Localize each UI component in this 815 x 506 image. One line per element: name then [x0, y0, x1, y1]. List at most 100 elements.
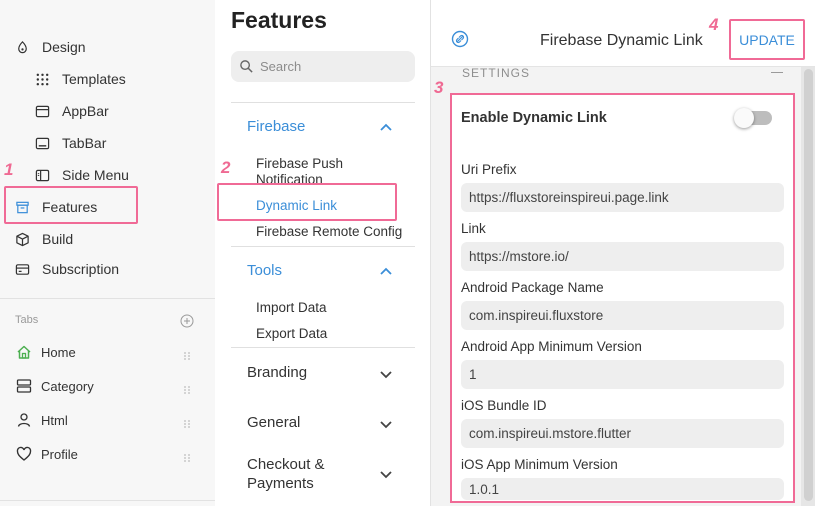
tab-label: Category — [41, 378, 94, 394]
tab-item-profile[interactable]: Profile — [16, 443, 78, 465]
nav-item-side-menu[interactable]: Side Menu — [34, 163, 129, 187]
left-navigation: Design Templates AppBar TabBar Side Menu… — [0, 0, 215, 506]
enable-toggle[interactable] — [734, 108, 772, 128]
tab-label: Home — [41, 344, 76, 360]
divider — [231, 102, 415, 103]
ios-bundle-id-label: iOS Bundle ID — [461, 398, 547, 413]
divider — [231, 347, 415, 348]
scrollbar-thumb[interactable] — [804, 69, 813, 501]
palette-icon — [14, 39, 30, 55]
search-icon — [240, 60, 253, 73]
firebase-push-notification[interactable]: Firebase Push Notification — [256, 156, 376, 188]
nav-label: Design — [42, 39, 86, 55]
detail-header: Firebase Dynamic Link UPDATE — [431, 0, 815, 67]
tab-label: Profile — [41, 446, 78, 462]
update-button[interactable]: UPDATE — [729, 19, 805, 60]
nav-divider — [0, 500, 215, 501]
tabs-heading: Tabs — [15, 314, 39, 326]
uri-prefix-field[interactable] — [461, 183, 784, 212]
nav-item-templates[interactable]: Templates — [34, 67, 126, 91]
features-panel: Features Firebase Firebase Push Notifica… — [215, 0, 430, 506]
nav-label: Build — [42, 231, 74, 247]
chevron-down-icon[interactable] — [379, 467, 393, 481]
group-firebase[interactable]: Firebase — [247, 118, 305, 135]
import-data[interactable]: Import Data — [256, 300, 327, 316]
group-branding[interactable]: Branding — [247, 364, 307, 381]
step-badge: 4 — [709, 15, 719, 34]
settings-heading: SETTINGS — [462, 66, 531, 80]
dynamic-link[interactable]: Dynamic Link — [256, 198, 337, 214]
step-badge: 2 — [221, 158, 231, 177]
tabbar-icon — [34, 135, 50, 151]
nav-item-tabbar[interactable]: TabBar — [34, 131, 106, 155]
drag-handle-icon[interactable] — [183, 348, 191, 360]
group-label: General — [247, 414, 301, 431]
drag-handle-icon[interactable] — [183, 382, 191, 394]
uri-prefix-label: Uri Prefix — [461, 162, 517, 177]
detail-title: Firebase Dynamic Link — [540, 32, 703, 49]
collapse-icon[interactable] — [771, 72, 783, 73]
list-icon — [16, 378, 32, 394]
search-box[interactable] — [231, 51, 415, 82]
nav-label: TabBar — [62, 135, 107, 151]
group-label: Tools — [247, 262, 283, 279]
step-badge: 3 — [434, 78, 444, 97]
android-package-field[interactable] — [461, 301, 784, 330]
tab-item-home[interactable]: Home — [16, 341, 76, 363]
tab-item-category[interactable]: Category — [16, 375, 94, 397]
chevron-up-icon[interactable] — [379, 264, 393, 278]
nav-item-appbar[interactable]: AppBar — [34, 99, 109, 123]
firebase-remote-config[interactable]: Firebase Remote Config — [256, 224, 402, 240]
chevron-down-icon[interactable] — [379, 417, 393, 431]
features-icon — [14, 199, 30, 215]
link-field[interactable] — [461, 242, 784, 271]
nav-item-build[interactable]: Build — [14, 227, 73, 251]
search-input[interactable] — [260, 59, 400, 74]
drag-handle-icon[interactable] — [183, 416, 191, 428]
nav-label: Side Menu — [62, 167, 129, 183]
toggle-knob[interactable] — [734, 108, 754, 128]
nav-label: AppBar — [62, 103, 109, 119]
tab-item-html[interactable]: Html — [16, 409, 68, 431]
chevron-up-icon[interactable] — [379, 120, 393, 134]
sidemenu-icon — [34, 167, 50, 183]
android-package-label: Android Package Name — [461, 280, 604, 295]
scrollbar[interactable] — [801, 67, 815, 506]
nav-label: Features — [42, 199, 98, 215]
nav-divider — [0, 298, 215, 299]
android-min-version-label: Android App Minimum Version — [461, 339, 642, 354]
link-icon — [451, 30, 469, 48]
nav-item-subscription[interactable]: Subscription — [14, 257, 119, 281]
chevron-down-icon[interactable] — [379, 367, 393, 381]
group-label: Checkout & Payments — [247, 456, 325, 492]
group-label: Firebase — [247, 118, 306, 135]
ios-bundle-id-field[interactable] — [461, 419, 784, 448]
link-label: Link — [461, 221, 486, 236]
enable-dynamic-link-label: Enable Dynamic Link — [461, 110, 607, 126]
step-badge: 1 — [4, 160, 14, 179]
page-title: Features — [231, 7, 327, 33]
divider — [231, 246, 415, 247]
tab-label: Html — [41, 412, 68, 428]
group-general[interactable]: General — [247, 414, 300, 431]
nav-item-design[interactable]: Design — [14, 35, 86, 59]
ios-min-version-label: iOS App Minimum Version — [461, 457, 618, 472]
cube-icon — [14, 231, 30, 247]
home-icon — [16, 344, 32, 360]
group-checkout-payments[interactable]: Checkout & Payments — [247, 455, 347, 493]
android-min-version-field[interactable] — [461, 360, 784, 389]
appbar-icon — [34, 103, 50, 119]
card-icon — [14, 261, 30, 277]
nav-label: Templates — [62, 71, 126, 87]
heart-icon — [16, 446, 32, 462]
ios-min-version-field[interactable] — [461, 478, 784, 500]
grid-icon — [34, 71, 50, 87]
add-tab-icon[interactable] — [180, 314, 194, 328]
nav-item-features[interactable]: Features — [14, 195, 97, 219]
group-tools[interactable]: Tools — [247, 262, 282, 279]
drag-handle-icon[interactable] — [183, 450, 191, 462]
export-data[interactable]: Export Data — [256, 326, 327, 342]
user-icon — [16, 412, 32, 428]
nav-label: Subscription — [42, 261, 120, 277]
group-label: Branding — [247, 364, 308, 381]
